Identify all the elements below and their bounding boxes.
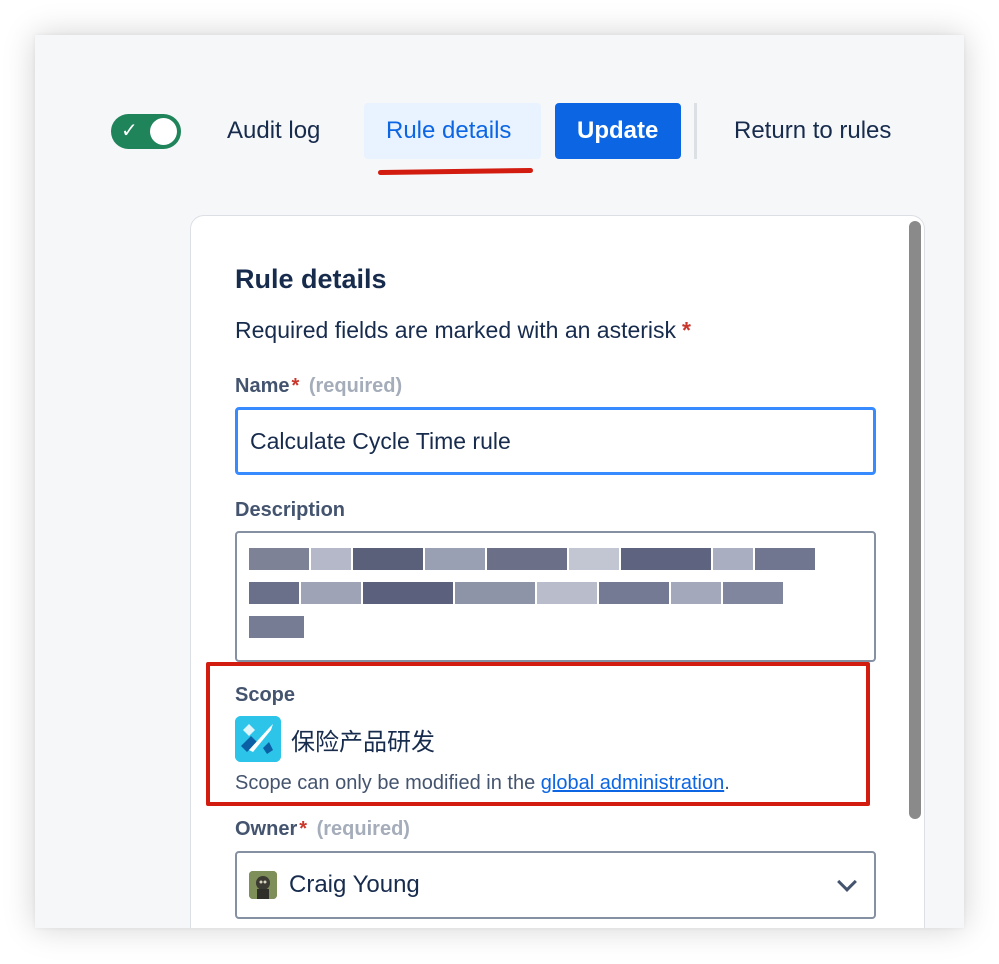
rule-details-button[interactable]: Rule details xyxy=(364,103,541,159)
avatar xyxy=(249,871,277,899)
owner-label-text: Owner xyxy=(235,818,298,840)
rule-name-input[interactable]: Calculate Cycle Time rule xyxy=(235,407,876,475)
audit-log-button[interactable]: Audit log xyxy=(205,103,342,159)
scope-note-prefix: Scope can only be modified in the xyxy=(235,772,541,794)
owner-name: Craig Young xyxy=(289,871,420,898)
owner-required-star: * xyxy=(299,818,308,840)
description-textarea[interactable] xyxy=(235,531,876,662)
toggle-knob xyxy=(150,118,177,145)
scope-project-name: 保险产品研发 xyxy=(291,728,435,756)
scope-project: 保险产品研发 xyxy=(235,716,435,762)
scope-note: Scope can only be modified in the global… xyxy=(235,772,730,795)
required-note-text: Required fields are marked with an aster… xyxy=(235,317,677,343)
panel-scrollbar[interactable] xyxy=(909,221,921,819)
rule-details-panel: Rule details Required fields are marked … xyxy=(190,215,925,928)
owner-label: Owner * (required) xyxy=(235,818,410,841)
required-fields-note: Required fields are marked with an aster… xyxy=(235,317,691,344)
panel-title: Rule details xyxy=(235,264,387,294)
redacted-text-line xyxy=(249,548,862,570)
asterisk: * xyxy=(682,317,691,343)
redacted-text-line xyxy=(249,616,862,638)
description-label: Description xyxy=(235,499,346,521)
check-icon: ✓ xyxy=(121,120,138,142)
return-to-rules-button[interactable]: Return to rules xyxy=(712,103,913,159)
annotation-underline xyxy=(377,167,534,176)
scope-note-suffix: . xyxy=(724,772,730,794)
redacted-text-line xyxy=(249,582,862,604)
update-button[interactable]: Update xyxy=(555,103,681,159)
global-administration-link[interactable]: global administration xyxy=(541,772,724,794)
chevron-down-icon xyxy=(837,872,857,892)
rocket-icon xyxy=(235,716,281,762)
name-label-text: Name xyxy=(235,375,290,397)
name-label: Name * (required) xyxy=(235,375,402,398)
name-required-star: * xyxy=(291,375,300,397)
toolbar-divider xyxy=(694,103,697,159)
name-required-hint: (required) xyxy=(308,375,403,397)
app-window: ✓ Audit log Rule details Update Return t… xyxy=(35,35,964,928)
rule-enabled-toggle[interactable]: ✓ xyxy=(111,114,181,149)
owner-required-hint: (required) xyxy=(316,818,410,840)
owner-select[interactable]: Craig Young xyxy=(235,851,876,919)
scope-label: Scope xyxy=(235,684,296,706)
